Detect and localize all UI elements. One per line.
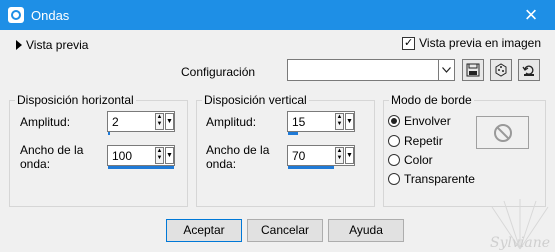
h-amplitude-label: Amplitud: — [20, 115, 71, 129]
v-amplitude-value[interactable]: 15 — [292, 115, 305, 129]
v-width-label-2: onda: — [206, 157, 237, 171]
dialog-body: Vista previa ✓ Vista previa en imagen Co… — [0, 30, 555, 252]
h-width-label-1: Ancho de la — [20, 143, 84, 157]
radio-button[interactable] — [388, 173, 400, 185]
dice-icon — [495, 63, 507, 77]
radio-transparente[interactable]: Transparente — [388, 172, 475, 186]
horizontal-group-label: Disposición horizontal — [15, 93, 136, 107]
spin-arrows-icon[interactable]: ▲ ▼ — [155, 147, 164, 164]
radio-button-selected[interactable] — [388, 115, 400, 127]
v-amplitude-label: Amplitud: — [206, 115, 257, 129]
radio-color[interactable]: Color — [388, 153, 433, 167]
h-amplitude-bar — [108, 132, 110, 135]
spin-arrows-icon[interactable]: ▲ ▼ — [155, 113, 164, 130]
title-bar: Ondas × — [0, 0, 555, 30]
watermark: Sylviane — [490, 199, 552, 252]
slider-dropdown-icon[interactable]: ▼ — [345, 113, 354, 130]
config-label: Configuración — [181, 65, 256, 79]
chevron-down-icon[interactable] — [438, 60, 454, 80]
app-icon — [8, 7, 24, 23]
watermark-text: Sylviane — [490, 235, 551, 251]
h-amplitude-value[interactable]: 2 — [112, 115, 119, 129]
spin-arrows-icon[interactable]: ▲ ▼ — [335, 147, 344, 164]
v-width-stepper[interactable]: 70 ▲ ▼ ▼ — [287, 145, 355, 169]
no-color-icon — [493, 123, 512, 142]
v-width-value[interactable]: 70 — [292, 149, 305, 163]
radio-label: Envolver — [404, 114, 451, 128]
radio-label: Repetir — [404, 134, 443, 148]
preview-on-image-checkbox[interactable]: ✓ Vista previa en imagen — [402, 36, 541, 50]
h-width-stepper[interactable]: 100 ▲ ▼ ▼ — [107, 145, 175, 169]
save-preset-button[interactable] — [462, 59, 484, 81]
h-amplitude-stepper[interactable]: 2 ▲ ▼ ▼ — [107, 111, 175, 135]
h-width-value[interactable]: 100 — [112, 149, 132, 163]
window-title: Ondas — [31, 8, 70, 23]
slider-dropdown-icon[interactable]: ▼ — [345, 147, 354, 164]
reset-icon — [522, 65, 534, 76]
radio-label: Transparente — [404, 172, 475, 186]
ok-button[interactable]: Aceptar — [166, 219, 242, 242]
reset-button[interactable] — [518, 59, 540, 81]
radio-label: Color — [404, 153, 433, 167]
help-button[interactable]: Ayuda — [328, 219, 404, 242]
color-swatch[interactable] — [476, 116, 529, 149]
save-icon — [466, 63, 480, 77]
v-width-label-1: Ancho de la — [206, 143, 270, 157]
config-dropdown[interactable] — [287, 59, 455, 81]
cancel-button[interactable]: Cancelar — [247, 219, 323, 242]
spin-arrows-icon[interactable]: ▲ ▼ — [335, 113, 344, 130]
radio-repetir[interactable]: Repetir — [388, 134, 443, 148]
randomize-button[interactable] — [490, 59, 512, 81]
radio-button[interactable] — [388, 154, 400, 166]
radio-envolver[interactable]: Envolver — [388, 114, 451, 128]
preview-label: Vista previa — [26, 38, 89, 52]
radio-button[interactable] — [388, 135, 400, 147]
preview-on-image-label: Vista previa en imagen — [419, 36, 541, 50]
vertical-group-label: Disposición vertical — [202, 93, 309, 107]
h-width-label-2: onda: — [20, 157, 51, 171]
slider-dropdown-icon[interactable]: ▼ — [165, 147, 174, 164]
v-amplitude-bar — [288, 132, 298, 135]
preview-expander[interactable]: Vista previa — [16, 38, 88, 52]
edge-mode-group-label: Modo de borde — [389, 93, 474, 107]
v-width-bar — [288, 166, 334, 169]
h-width-bar — [108, 166, 174, 169]
close-button[interactable]: × — [511, 0, 551, 30]
checkbox-box[interactable]: ✓ — [402, 36, 416, 50]
v-amplitude-stepper[interactable]: 15 ▲ ▼ ▼ — [287, 111, 355, 135]
slider-dropdown-icon[interactable]: ▼ — [165, 113, 174, 130]
expand-arrow-icon — [16, 40, 22, 50]
